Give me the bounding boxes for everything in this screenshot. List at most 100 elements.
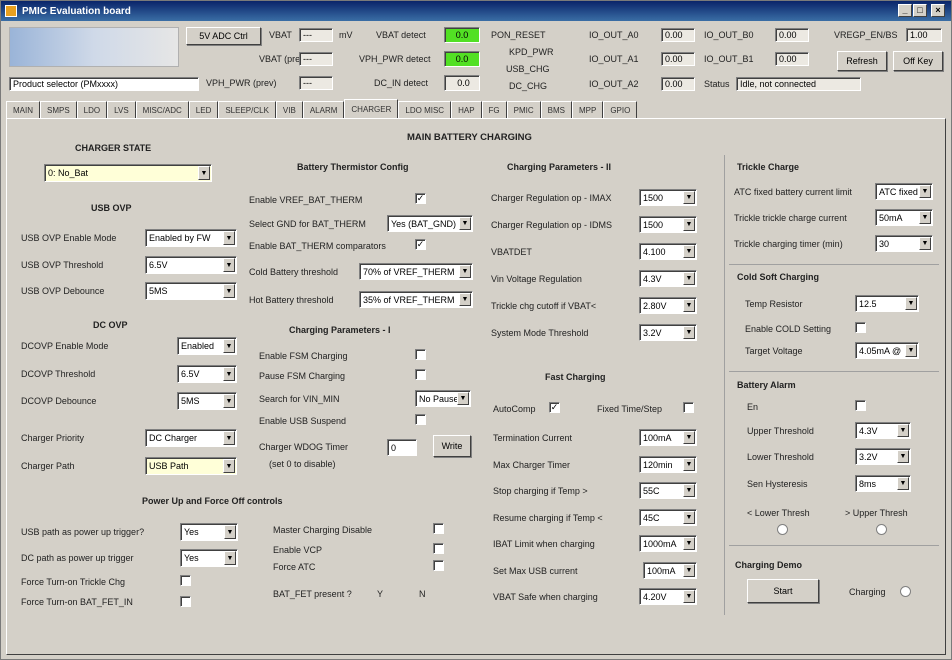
charging-label: Charging [849,587,886,597]
term-current-select[interactable]: 100mA ▼ [639,429,697,446]
tab-misc-adc[interactable]: MISC/ADC [135,101,189,119]
tab-pmic[interactable]: PMIC [506,101,541,119]
enable-cold-checkbox[interactable] [855,322,866,333]
alarm-en-label: En [747,402,759,412]
wdog-stepper[interactable]: 0 [387,439,417,456]
io-out-a2-field: 0.00 [661,77,695,91]
enable-vcp-checkbox[interactable] [433,543,444,554]
tab-led[interactable]: LED [188,101,219,119]
dc-power-up-select[interactable]: Yes ▼ [180,549,238,567]
charger-state-select[interactable]: 0: No_Bat ▼ [44,164,212,182]
trickle-timer-select[interactable]: 30 ▼ [875,235,933,252]
trickle-cutoff-select[interactable]: 2.80V ▼ [639,297,697,314]
tab-fg[interactable]: FG [481,101,507,119]
minimize-button[interactable]: _ [898,4,912,17]
tab-sleep-clk[interactable]: SLEEP/CLK [218,101,276,119]
bat-therm-comparator-checkbox[interactable]: ✓ [415,239,426,250]
charger-path-select[interactable]: USB Path ▼ [145,457,237,475]
trickle-ibat-select[interactable]: ATC fixed ▼ [875,183,933,200]
hysteresis-label: Sen Hysteresis [747,479,808,489]
vphpwr-detect-label: VPH_PWR detect [359,54,431,64]
usb-suspend-checkbox[interactable] [415,414,426,425]
stop-temp-select[interactable]: 55C ▼ [639,482,697,499]
trickle-current-select[interactable]: 50mA ▼ [875,209,933,226]
temp-resistor-label: Temp Resistor [745,299,803,309]
system-mode-select[interactable]: 3.2V ▼ [639,324,697,341]
charger-priority-select[interactable]: DC Charger ▼ [145,429,237,447]
fixed-time-checkbox[interactable] [683,402,694,413]
vbatdet-select[interactable]: 4.100 ▼ [639,243,697,260]
target-voltage-select[interactable]: 4.05mA @ ▼ [855,342,919,359]
usb-ovp-enable-select[interactable]: Enabled by FW ▼ [145,229,237,247]
tab-ldo-misc[interactable]: LDO MISC [398,101,452,119]
enable-vref-checkbox[interactable]: ✓ [415,193,426,204]
hot-battery-select[interactable]: 35% of VREF_THERM ▼ [359,291,473,308]
off-key-button[interactable]: Off Key [893,51,943,71]
dc-ovp-enable-select[interactable]: Enabled ▼ [177,337,237,355]
tab-bms[interactable]: BMS [540,101,572,119]
tab-charger[interactable]: CHARGER [344,99,399,119]
force-batfet-checkbox[interactable] [180,596,191,607]
tab-gpio[interactable]: GPIO [603,101,638,119]
select-gnd-select[interactable]: Yes (BAT_GND) ▼ [387,215,473,232]
adc-ctrl-button[interactable]: 5V ADC Ctrl [186,27,261,45]
status-label: Status [704,79,730,89]
tab-alarm[interactable]: ALARM [302,101,345,119]
idms-select[interactable]: 1500 ▼ [639,216,697,233]
close-button[interactable]: × [931,4,945,17]
fixed-time-label: Fixed Time/Step [597,404,663,414]
charging-demo-title: Charging Demo [735,560,803,570]
ibat-limit-select[interactable]: 1000mA ▼ [639,535,697,552]
tab-vib[interactable]: VIB [275,101,303,119]
tab-mpp[interactable]: MPP [571,101,604,119]
tab-main[interactable]: MAIN [6,101,40,119]
master-charging-disable-checkbox[interactable] [433,523,444,534]
trickle-timer-label: Trickle charging timer (min) [734,239,843,249]
usb-power-up-select[interactable]: Yes ▼ [180,523,238,541]
dc-ovp-debounce-select[interactable]: 5MS ▼ [177,392,237,410]
max-timer-select[interactable]: 120min ▼ [639,456,697,473]
search-vin-select[interactable]: No Pause ▼ [415,390,471,407]
force-trickle-checkbox[interactable] [180,575,191,586]
hysteresis-select[interactable]: 8ms ▼ [855,475,911,492]
dc-ovp-debounce-label: DCOVP Debounce [21,396,97,406]
tab-ldo[interactable]: LDO [76,101,108,119]
vphpwr-prev-field: --- [299,76,333,90]
idms-label: Charger Regulation op - IDMS [491,220,613,230]
vregp-label: VREGP_EN/BS [834,30,898,40]
imax-select[interactable]: 1500 ▼ [639,189,697,206]
title-bar: PMIC Evaluation board _ □ × [1,1,951,21]
tab-smps[interactable]: SMPS [40,101,77,119]
charger-priority-label: Charger Priority [21,433,85,443]
autocomp-checkbox[interactable]: ✓ [549,402,560,413]
alarm-en-checkbox[interactable] [855,400,866,411]
usb-ovp-threshold-select[interactable]: 6.5V ▼ [145,256,237,274]
charge-params-2-title: Charging Parameters - II [507,162,612,172]
write-button[interactable]: Write [433,435,471,457]
resume-temp-select[interactable]: 45C ▼ [639,509,697,526]
enable-cold-label: Enable COLD Setting [745,324,832,334]
force-atc-checkbox[interactable] [433,560,444,571]
enable-fsm-checkbox[interactable] [415,349,426,360]
start-button[interactable]: Start [747,579,819,603]
lower-threshold-select[interactable]: 3.2V ▼ [855,448,911,465]
maximize-button[interactable]: □ [913,4,927,17]
upper-threshold-select[interactable]: 4.3V ▼ [855,422,911,439]
vbat-safe-select[interactable]: 4.20V ▼ [639,588,697,605]
dc-ovp-threshold-select[interactable]: 6.5V ▼ [177,365,237,383]
lower-thresh-indicator [777,524,788,535]
usb-ovp-debounce-select[interactable]: 5MS ▼ [145,282,237,300]
system-mode-label: System Mode Threshold [491,328,589,338]
tab-lvs[interactable]: LVS [107,101,136,119]
pause-fsm-checkbox[interactable] [415,369,426,380]
refresh-button[interactable]: Refresh [837,51,887,71]
imax-label: Charger Regulation op - IMAX [491,193,612,203]
usb-current-select[interactable]: 100mA ▼ [643,562,697,579]
trickle-cutoff-label: Trickle chg cutoff if VBAT< [491,301,597,311]
tab-hap[interactable]: HAP [451,101,482,119]
product-selector[interactable]: Product selector (PMxxxx) [9,77,199,91]
vin-regulation-select[interactable]: 4.3V ▼ [639,270,697,287]
temp-resistor-select[interactable]: 12.5 ▼ [855,295,919,312]
charger-state-title: CHARGER STATE [75,143,152,153]
cold-battery-select[interactable]: 70% of VREF_THERM ▼ [359,263,473,280]
